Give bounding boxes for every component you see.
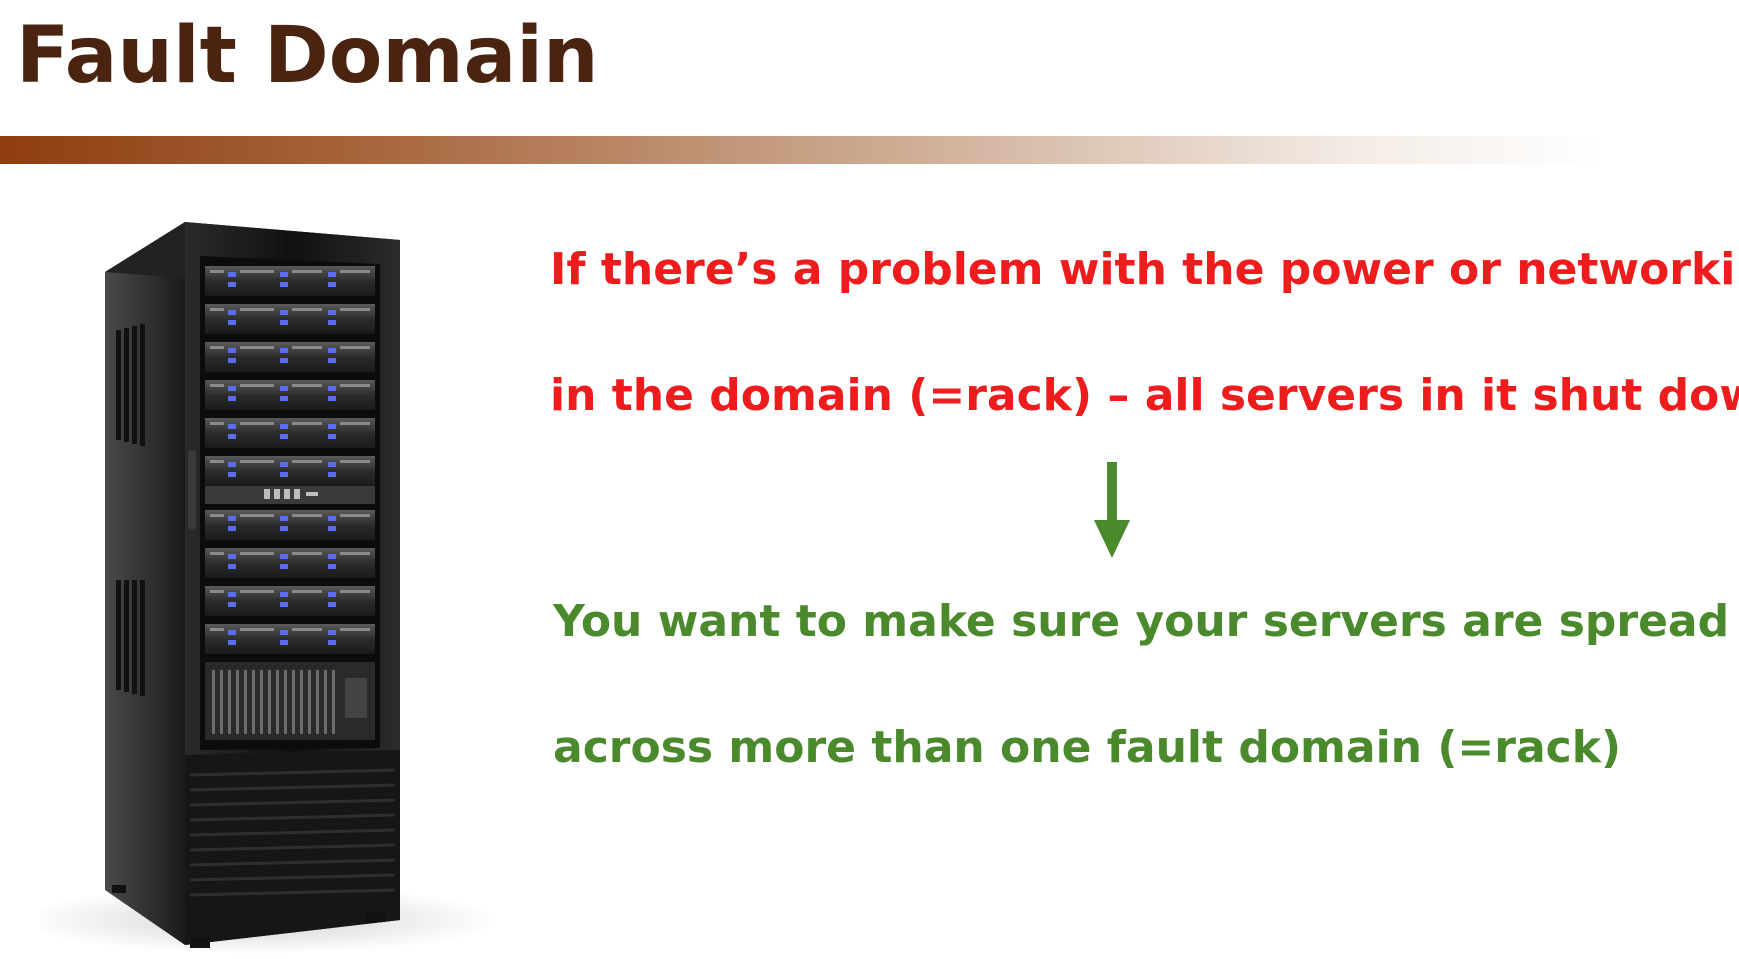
problem-line-1: If there’s a problem with the power or n… [550, 244, 1739, 295]
slide-title: Fault Domain [16, 11, 599, 101]
solution-line-2: across more than one fault domain (=rack… [553, 722, 1622, 773]
server-rack-image [20, 200, 560, 955]
problem-line-2: in the domain (=rack) – all servers in i… [550, 370, 1739, 421]
title-underline-bar [0, 136, 1739, 164]
down-arrow-icon [1092, 462, 1132, 562]
solution-line-1: You want to make sure your servers are s… [553, 596, 1730, 647]
